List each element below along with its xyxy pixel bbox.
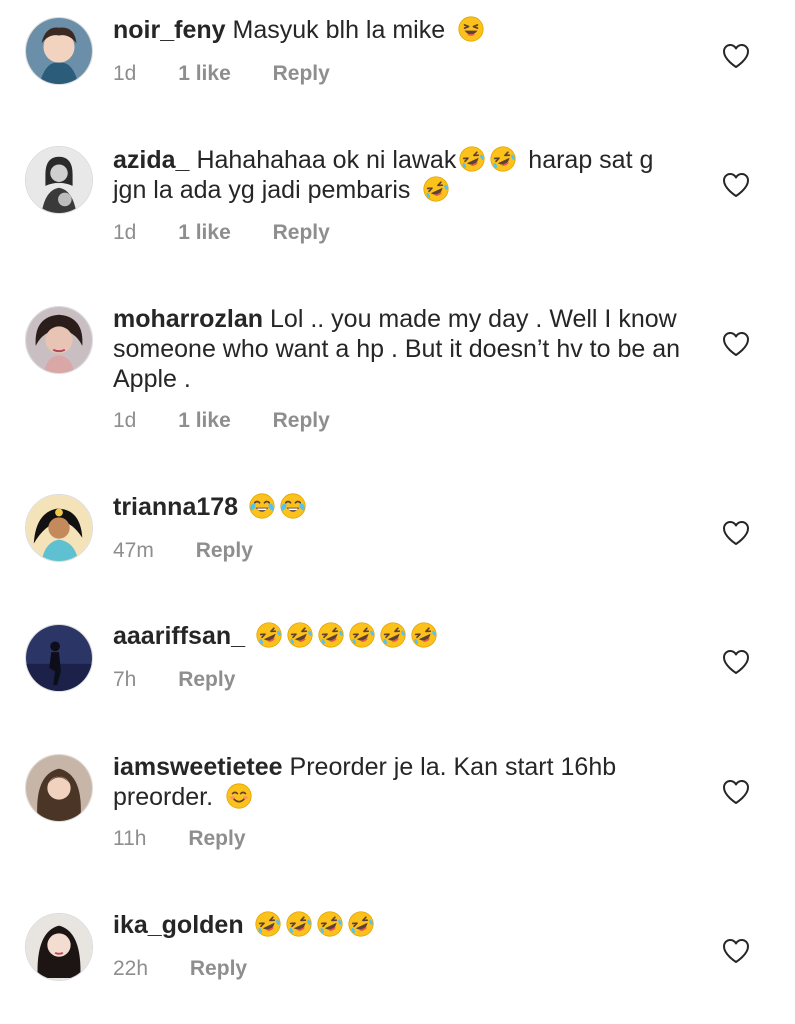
like-heart-icon[interactable]	[722, 938, 750, 964]
avatar[interactable]	[25, 306, 93, 374]
username[interactable]: azida_	[113, 146, 189, 174]
rolling-laughing-emoji-icon	[286, 911, 312, 937]
username[interactable]: ika_golden	[113, 911, 244, 939]
comment-time: 22h	[113, 957, 149, 980]
comment-meta: 22h Reply	[113, 957, 283, 981]
like-heart-icon[interactable]	[722, 649, 750, 675]
rolling-laughing-emoji-icon	[411, 622, 437, 648]
avatar[interactable]	[25, 754, 93, 822]
comment-text: azida_ Hahahahaa ok ni lawak harap sat g …	[113, 145, 683, 205]
comment-text: noir_feny Masyuk blh la mike	[113, 15, 683, 45]
comment-time: 1d	[113, 62, 137, 85]
username[interactable]: noir_feny	[113, 16, 226, 44]
comment-text: iamsweetietee Preorder je la. Kan start 1…	[113, 752, 683, 812]
rolling-laughing-emoji-icon	[317, 911, 343, 937]
avatar[interactable]	[25, 624, 93, 692]
reply-button[interactable]: Reply	[188, 827, 245, 851]
like-heart-icon[interactable]	[722, 172, 750, 198]
comment-text: moharrozlan Lol .. you made my day . Well…	[113, 304, 683, 394]
rolling-laughing-emoji-icon	[318, 622, 344, 648]
rolling-laughing-emoji-icon	[349, 622, 375, 648]
reply-button[interactable]: Reply	[196, 539, 253, 563]
rolling-laughing-emoji-icon	[287, 622, 313, 648]
reply-button[interactable]: Reply	[273, 409, 330, 433]
rolling-laughing-emoji-icon	[459, 146, 485, 172]
avatar[interactable]	[25, 913, 93, 981]
username[interactable]: moharrozlan	[113, 305, 263, 333]
comment-meta: 11h Reply	[113, 827, 282, 851]
like-heart-icon[interactable]	[722, 331, 750, 357]
comment-time: 47m	[113, 539, 154, 562]
username[interactable]: trianna178	[113, 493, 238, 521]
like-heart-icon[interactable]	[722, 779, 750, 805]
laughing-emoji-icon	[458, 16, 484, 42]
comment-meta: 1d 1 like Reply	[113, 221, 366, 245]
comment-meta: 47m Reply	[113, 539, 289, 563]
reply-button[interactable]: Reply	[273, 62, 330, 86]
smiling-blush-emoji-icon	[226, 783, 252, 809]
likes-count[interactable]: 1 like	[178, 409, 231, 433]
joy-emoji-icon	[249, 493, 275, 519]
username[interactable]: iamsweetietee	[113, 753, 283, 781]
comment-meta: 1d 1 like Reply	[113, 62, 366, 86]
like-heart-icon[interactable]	[722, 520, 750, 546]
rolling-laughing-emoji-icon	[380, 622, 406, 648]
rolling-laughing-emoji-icon	[255, 911, 281, 937]
reply-button[interactable]: Reply	[190, 957, 247, 981]
comment-text: aaariffsan_	[113, 621, 683, 651]
avatar[interactable]	[25, 494, 93, 562]
rolling-laughing-emoji-icon	[423, 176, 449, 202]
comment-time: 1d	[113, 221, 137, 244]
comment-body-part1: Hahahahaa ok ni lawak	[196, 146, 457, 174]
comment-text: trianna178	[113, 492, 683, 522]
comment-time: 7h	[113, 668, 137, 691]
like-heart-icon[interactable]	[722, 43, 750, 69]
rolling-laughing-emoji-icon	[256, 622, 282, 648]
joy-emoji-icon	[280, 493, 306, 519]
comment-time: 11h	[113, 827, 147, 850]
rolling-laughing-emoji-icon	[348, 911, 374, 937]
likes-count[interactable]: 1 like	[178, 221, 231, 245]
comment-text: ika_golden	[113, 910, 683, 940]
comment-time: 1d	[113, 409, 137, 432]
username[interactable]: aaariffsan_	[113, 622, 245, 650]
comment-body: Masyuk blh la mike	[232, 16, 446, 44]
reply-button[interactable]: Reply	[178, 668, 235, 692]
likes-count[interactable]: 1 like	[178, 62, 231, 86]
rolling-laughing-emoji-icon	[490, 146, 516, 172]
avatar[interactable]	[25, 146, 93, 214]
comment-meta: 7h Reply	[113, 668, 271, 692]
avatar[interactable]	[25, 17, 93, 85]
comment-meta: 1d 1 like Reply	[113, 409, 366, 433]
reply-button[interactable]: Reply	[273, 221, 330, 245]
